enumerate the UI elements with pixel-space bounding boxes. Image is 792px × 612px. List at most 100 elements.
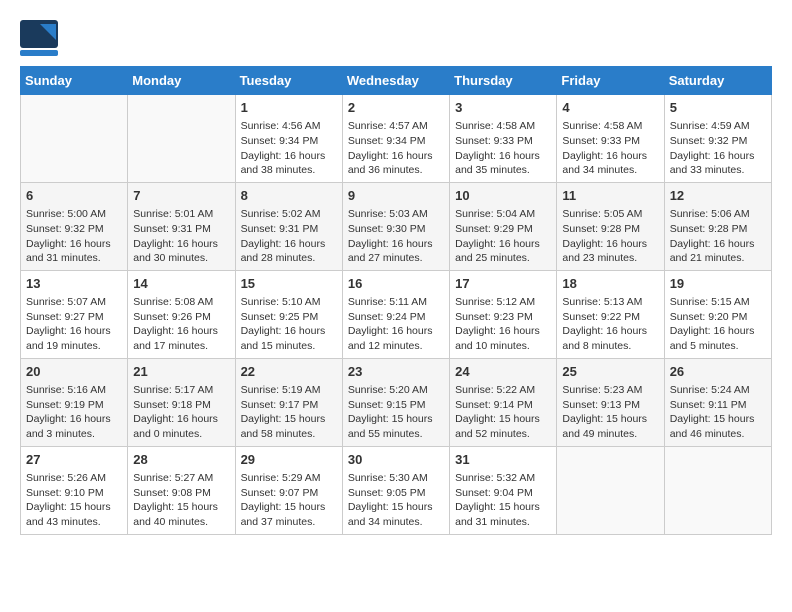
day-info: Sunset: 9:22 PM xyxy=(562,310,658,325)
calendar-cell: 11Sunrise: 5:05 AMSunset: 9:28 PMDayligh… xyxy=(557,182,664,270)
weekday-header: Monday xyxy=(128,67,235,95)
day-info: Sunset: 9:07 PM xyxy=(241,486,337,501)
day-info: Sunset: 9:13 PM xyxy=(562,398,658,413)
calendar-cell: 2Sunrise: 4:57 AMSunset: 9:34 PMDaylight… xyxy=(342,95,449,183)
calendar-cell: 17 Sunrise: 5:12 AMSunset: 9:23 PMDayligh… xyxy=(450,270,557,358)
day-info: Sunset: 9:32 PM xyxy=(26,222,122,237)
day-number: 16 xyxy=(348,275,444,293)
day-number: 15 xyxy=(241,275,337,293)
day-number: 17 xyxy=(455,275,551,293)
day-info: Sunrise: 5:23 AM xyxy=(562,383,658,398)
day-info: Daylight: 16 hours and 38 minutes. xyxy=(241,149,337,178)
day-info: Sunrise: 4:56 AM xyxy=(241,119,337,134)
day-number: 2 xyxy=(348,99,444,117)
day-info: Sunrise: 5:06 AM xyxy=(670,207,766,222)
day-info: Daylight: 15 hours and 58 minutes. xyxy=(241,412,337,441)
day-info: Sunrise: 4:57 AM xyxy=(348,119,444,134)
day-info: Daylight: 15 hours and 34 minutes. xyxy=(348,500,444,529)
calendar-cell: 3Sunrise: 4:58 AMSunset: 9:33 PMDaylight… xyxy=(450,95,557,183)
calendar-cell: 21Sunrise: 5:17 AMSunset: 9:18 PMDayligh… xyxy=(128,358,235,446)
day-info: Sunrise: 5:32 AM xyxy=(455,471,551,486)
calendar-cell xyxy=(128,95,235,183)
day-info: Sunset: 9:23 PM xyxy=(455,310,551,325)
day-number: 20 xyxy=(26,363,122,381)
calendar-cell: 14Sunrise: 5:08 AMSunset: 9:26 PMDayligh… xyxy=(128,270,235,358)
day-info: Sunrise: 5:22 AM xyxy=(455,383,551,398)
calendar-week-row: 13Sunrise: 5:07 AMSunset: 9:27 PMDayligh… xyxy=(21,270,772,358)
day-info: Sunset: 9:33 PM xyxy=(455,134,551,149)
day-info: Sunset: 9:17 PM xyxy=(241,398,337,413)
day-info: Sunrise: 5:15 AM xyxy=(670,295,766,310)
day-info: Sunset: 9:25 PM xyxy=(241,310,337,325)
day-info: Daylight: 16 hours and 21 minutes. xyxy=(670,237,766,266)
calendar-cell: 10Sunrise: 5:04 AMSunset: 9:29 PMDayligh… xyxy=(450,182,557,270)
day-info: Sunset: 9:20 PM xyxy=(670,310,766,325)
calendar-cell: 25Sunrise: 5:23 AMSunset: 9:13 PMDayligh… xyxy=(557,358,664,446)
day-info: Daylight: 16 hours and 0 minutes. xyxy=(133,412,229,441)
day-info: Sunrise: 5:08 AM xyxy=(133,295,229,310)
day-info: Daylight: 16 hours and 30 minutes. xyxy=(133,237,229,266)
day-info: Daylight: 16 hours and 5 minutes. xyxy=(670,324,766,353)
day-info: Sunset: 9:34 PM xyxy=(241,134,337,149)
day-info: Sunset: 9:05 PM xyxy=(348,486,444,501)
logo-icon xyxy=(20,20,60,56)
day-info: Daylight: 16 hours and 10 minutes. xyxy=(455,324,551,353)
day-info: Sunrise: 4:58 AM xyxy=(455,119,551,134)
day-info: Sunset: 9:04 PM xyxy=(455,486,551,501)
calendar-cell: 27Sunrise: 5:26 AMSunset: 9:10 PMDayligh… xyxy=(21,446,128,534)
day-info: Sunrise: 4:59 AM xyxy=(670,119,766,134)
day-info: Sunrise: 5:03 AM xyxy=(348,207,444,222)
day-info: Sunset: 9:28 PM xyxy=(670,222,766,237)
day-info: Sunrise: 5:26 AM xyxy=(26,471,122,486)
weekday-header: Tuesday xyxy=(235,67,342,95)
calendar-cell: 15Sunrise: 5:10 AMSunset: 9:25 PMDayligh… xyxy=(235,270,342,358)
day-info: Sunset: 9:19 PM xyxy=(26,398,122,413)
day-info: Daylight: 15 hours and 46 minutes. xyxy=(670,412,766,441)
calendar-cell: 16Sunrise: 5:11 AMSunset: 9:24 PMDayligh… xyxy=(342,270,449,358)
day-info: Sunrise: 5:07 AM xyxy=(26,295,122,310)
weekday-header: Saturday xyxy=(664,67,771,95)
day-number: 12 xyxy=(670,187,766,205)
day-info: Sunrise: 5:04 AM xyxy=(455,207,551,222)
day-info: Sunset: 9:28 PM xyxy=(562,222,658,237)
day-info: Sunrise: 5:11 AM xyxy=(348,295,444,310)
calendar-cell xyxy=(664,446,771,534)
calendar-body: 1Sunrise: 4:56 AMSunset: 9:34 PMDaylight… xyxy=(21,95,772,535)
weekday-header: Sunday xyxy=(21,67,128,95)
calendar-cell: 29Sunrise: 5:29 AMSunset: 9:07 PMDayligh… xyxy=(235,446,342,534)
day-info: Sunrise: 5:01 AM xyxy=(133,207,229,222)
day-info: Sunrise: 5:19 AM xyxy=(241,383,337,398)
calendar-cell: 13Sunrise: 5:07 AMSunset: 9:27 PMDayligh… xyxy=(21,270,128,358)
logo xyxy=(20,20,64,56)
day-info: Sunset: 9:14 PM xyxy=(455,398,551,413)
day-info: Sunrise: 5:30 AM xyxy=(348,471,444,486)
day-info: Sunset: 9:27 PM xyxy=(26,310,122,325)
day-info: Daylight: 15 hours and 40 minutes. xyxy=(133,500,229,529)
day-info: Sunrise: 5:17 AM xyxy=(133,383,229,398)
day-info: Sunrise: 5:16 AM xyxy=(26,383,122,398)
calendar-cell: 23Sunrise: 5:20 AMSunset: 9:15 PMDayligh… xyxy=(342,358,449,446)
day-info: Daylight: 15 hours and 55 minutes. xyxy=(348,412,444,441)
day-info: Daylight: 16 hours and 34 minutes. xyxy=(562,149,658,178)
calendar-cell: 22Sunrise: 5:19 AMSunset: 9:17 PMDayligh… xyxy=(235,358,342,446)
day-info: Sunrise: 5:10 AM xyxy=(241,295,337,310)
day-info: Daylight: 15 hours and 49 minutes. xyxy=(562,412,658,441)
day-info: Sunrise: 5:12 AM xyxy=(455,295,551,310)
day-number: 7 xyxy=(133,187,229,205)
day-number: 19 xyxy=(670,275,766,293)
calendar-week-row: 6Sunrise: 5:00 AMSunset: 9:32 PMDaylight… xyxy=(21,182,772,270)
day-info: Sunrise: 5:29 AM xyxy=(241,471,337,486)
day-info: Sunset: 9:30 PM xyxy=(348,222,444,237)
day-info: Sunset: 9:31 PM xyxy=(133,222,229,237)
day-number: 1 xyxy=(241,99,337,117)
day-number: 4 xyxy=(562,99,658,117)
calendar-cell: 4Sunrise: 4:58 AMSunset: 9:33 PMDaylight… xyxy=(557,95,664,183)
day-info: Daylight: 15 hours and 52 minutes. xyxy=(455,412,551,441)
day-info: Daylight: 16 hours and 36 minutes. xyxy=(348,149,444,178)
day-info: Sunset: 9:08 PM xyxy=(133,486,229,501)
weekday-header: Friday xyxy=(557,67,664,95)
day-info: Daylight: 16 hours and 19 minutes. xyxy=(26,324,122,353)
day-info: Sunset: 9:24 PM xyxy=(348,310,444,325)
day-info: Sunset: 9:31 PM xyxy=(241,222,337,237)
day-info: Sunset: 9:18 PM xyxy=(133,398,229,413)
